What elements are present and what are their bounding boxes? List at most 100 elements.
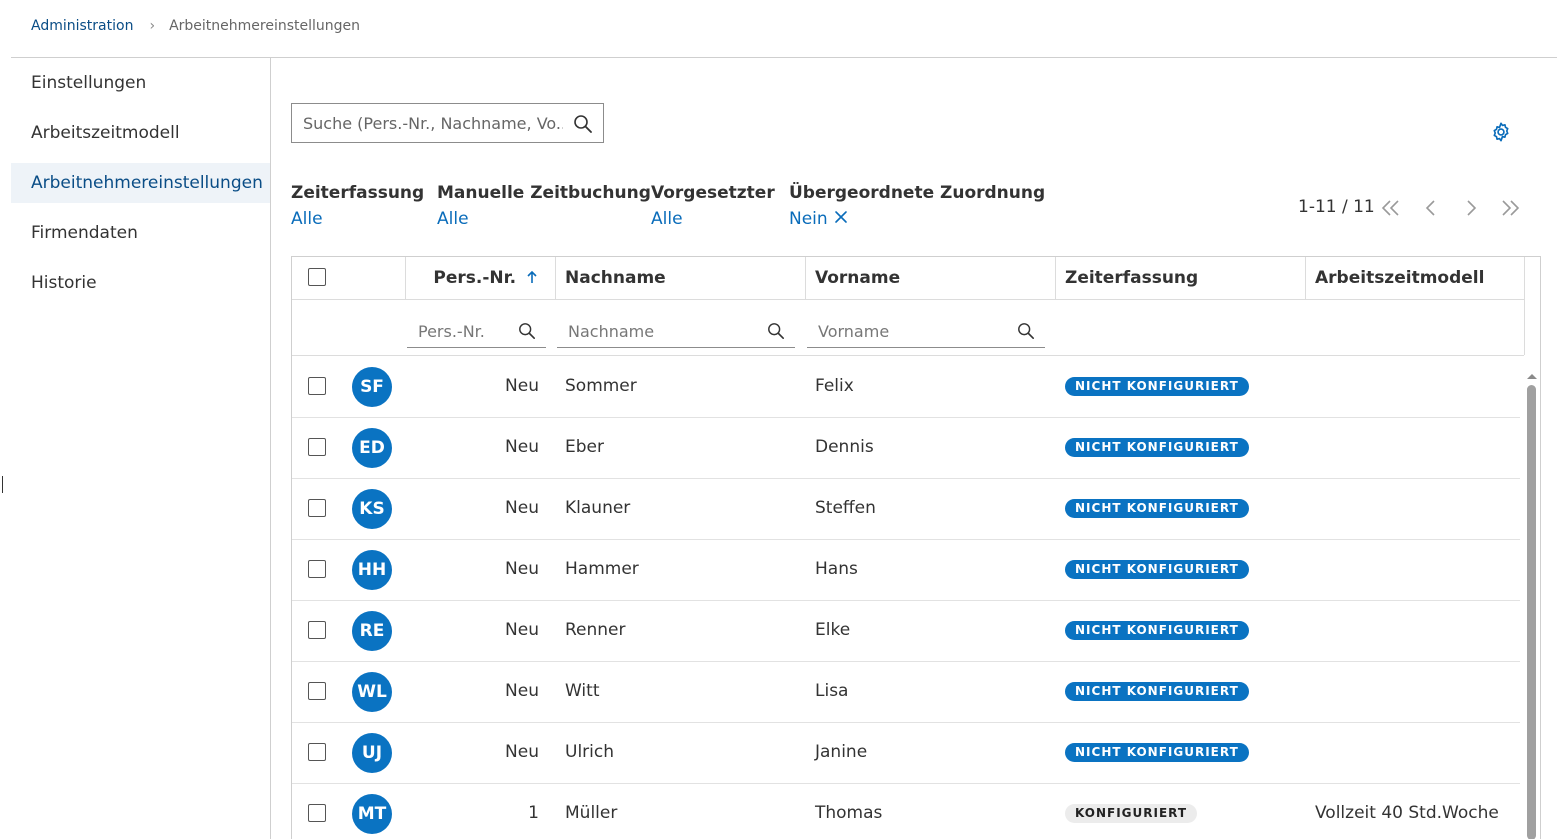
nachname-cell: Müller [565, 803, 618, 823]
nachname-filter-input[interactable] [557, 317, 795, 345]
nachname-cell: Klauner [565, 498, 631, 518]
column-header-persnr[interactable]: Pers.-Nr. [405, 257, 555, 299]
next-page-icon[interactable] [1464, 199, 1478, 221]
row-checkbox[interactable] [308, 804, 326, 822]
table-row[interactable]: MT 1 Müller Thomas KONFIGURIERT Vollzeit 40 S… [292, 783, 1520, 839]
sort-ascending-icon [522, 268, 538, 288]
vorname-cell: Janine [815, 742, 868, 762]
filter-label: Übergeordnete Zuordnung [789, 183, 1046, 203]
employee-table: Pers.-Nr. Nachname Vorname Zeiterfassung… [291, 256, 1541, 839]
filter-label: Vorgesetzter [651, 183, 775, 203]
row-checkbox[interactable] [308, 682, 326, 700]
sidebar-item-einstellungen[interactable]: Einstellungen [11, 63, 270, 103]
filter-value[interactable]: Alle [651, 209, 683, 229]
sidebar-item-arbeitnehmereinstellungen[interactable]: Arbeitnehmereinstellungen [11, 163, 270, 203]
avatar: MT [352, 794, 392, 834]
nachname-cell: Renner [565, 620, 626, 640]
status-badge: NICHT KONFIGURIERT [1065, 560, 1249, 579]
nachname-cell: Hammer [565, 559, 639, 579]
search-icon[interactable] [767, 322, 785, 344]
table-row[interactable]: HH Neu Hammer Hans NICHT KONFIGURIERT [292, 539, 1520, 601]
column-header-label: Pers.-Nr. [433, 268, 517, 288]
avatar: ED [352, 428, 392, 468]
status-badge: NICHT KONFIGURIERT [1065, 438, 1249, 457]
text-cursor [2, 476, 3, 493]
row-checkbox[interactable] [308, 560, 326, 578]
row-checkbox[interactable] [308, 499, 326, 517]
header-divider-line [1524, 257, 1525, 355]
table-row[interactable]: KS Neu Klauner Steffen NICHT KONFIGURIERT [292, 478, 1520, 540]
vorname-filter-input[interactable] [807, 317, 1045, 345]
vorname-cell: Felix [815, 376, 854, 396]
search-icon[interactable] [573, 114, 593, 138]
table-row[interactable]: ED Neu Eber Dennis NICHT KONFIGURIERT [292, 417, 1520, 479]
sidebar-item-arbeitszeitmodell[interactable]: Arbeitszeitmodell [11, 113, 270, 153]
table-row[interactable]: RE Neu Renner Elke NICHT KONFIGURIERT [292, 600, 1520, 662]
filter-value[interactable]: Alle [291, 209, 323, 229]
filter-uebergeordnete-zuordnung[interactable]: Übergeordnete Zuordnung Nein [789, 183, 1045, 229]
row-checkbox[interactable] [308, 743, 326, 761]
vorname-cell: Dennis [815, 437, 874, 457]
avatar: HH [352, 550, 392, 590]
breadcrumb-administration-link[interactable]: Administration [31, 18, 133, 34]
sidebar-item-firmendaten[interactable]: Firmendaten [11, 213, 270, 253]
close-icon[interactable] [834, 209, 848, 229]
column-header-arbeitszeitmodell[interactable]: Arbeitszeitmodell [1305, 257, 1524, 299]
breadcrumb: Administration › Arbeitnehmereinstellung… [31, 18, 360, 34]
column-header-vorname[interactable]: Vorname [805, 257, 1055, 299]
scrollbar-thumb[interactable] [1527, 385, 1536, 839]
sidebar: Einstellungen Arbeitszeitmodell Arbeitne… [11, 58, 271, 839]
vorname-cell: Thomas [815, 803, 883, 823]
table-row[interactable]: SF Neu Sommer Felix NICHT KONFIGURIERT [292, 356, 1520, 418]
status-badge: NICHT KONFIGURIERT [1065, 682, 1249, 701]
gear-icon[interactable] [1490, 121, 1512, 147]
filter-zeiterfassung[interactable]: Zeiterfassung Alle [291, 183, 424, 229]
search-icon[interactable] [1017, 322, 1035, 344]
persnr-cell: Neu [505, 681, 539, 701]
row-checkbox[interactable] [308, 621, 326, 639]
chevron-right-icon: › [149, 18, 156, 34]
avatar: WL [352, 672, 392, 712]
first-page-icon[interactable] [1381, 199, 1401, 221]
row-checkbox[interactable] [308, 438, 326, 456]
status-badge: KONFIGURIERT [1065, 804, 1198, 823]
persnr-cell: 1 [528, 803, 539, 823]
row-checkbox[interactable] [308, 377, 326, 395]
select-all-checkbox[interactable] [308, 268, 326, 286]
column-header-nachname[interactable]: Nachname [555, 257, 805, 299]
persnr-cell: Neu [505, 376, 539, 396]
status-badge: NICHT KONFIGURIERT [1065, 377, 1249, 396]
status-badge: NICHT KONFIGURIERT [1065, 743, 1249, 762]
nachname-cell: Sommer [565, 376, 637, 396]
previous-page-icon[interactable] [1424, 199, 1438, 221]
filter-value[interactable]: Nein [789, 209, 828, 229]
persnr-cell: Neu [505, 498, 539, 518]
filter-value[interactable]: Alle [437, 209, 469, 229]
filter-vorgesetzter[interactable]: Vorgesetzter Alle [651, 183, 775, 229]
vorname-cell: Elke [815, 620, 851, 640]
table-row[interactable]: WL Neu Witt Lisa NICHT KONFIGURIERT [292, 661, 1520, 723]
persnr-cell: Neu [505, 437, 539, 457]
persnr-filter-field[interactable] [407, 317, 546, 348]
nachname-filter-field[interactable] [557, 317, 795, 348]
last-page-icon[interactable] [1500, 199, 1520, 221]
nachname-cell: Ulrich [565, 742, 614, 762]
persnr-cell: Neu [505, 620, 539, 640]
table-row[interactable]: UJ Neu Ulrich Janine NICHT KONFIGURIERT [292, 722, 1520, 784]
status-badge: NICHT KONFIGURIERT [1065, 621, 1249, 640]
avatar: KS [352, 489, 392, 529]
nachname-cell: Eber [565, 437, 604, 457]
sidebar-item-historie[interactable]: Historie [11, 263, 270, 303]
column-header-zeiterfassung[interactable]: Zeiterfassung [1055, 257, 1305, 299]
avatar: SF [352, 367, 392, 407]
persnr-cell: Neu [505, 742, 539, 762]
filter-manuelle-zeitbuchung[interactable]: Manuelle Zeitbuchung Alle [437, 183, 651, 229]
filter-label: Manuelle Zeitbuchung [437, 183, 651, 203]
scroll-up-icon[interactable] [1525, 366, 1539, 385]
search-box[interactable] [291, 103, 604, 143]
search-icon[interactable] [518, 322, 536, 344]
search-input[interactable] [301, 112, 565, 134]
vorname-filter-field[interactable] [807, 317, 1045, 348]
persnr-cell: Neu [505, 559, 539, 579]
vorname-cell: Steffen [815, 498, 876, 518]
